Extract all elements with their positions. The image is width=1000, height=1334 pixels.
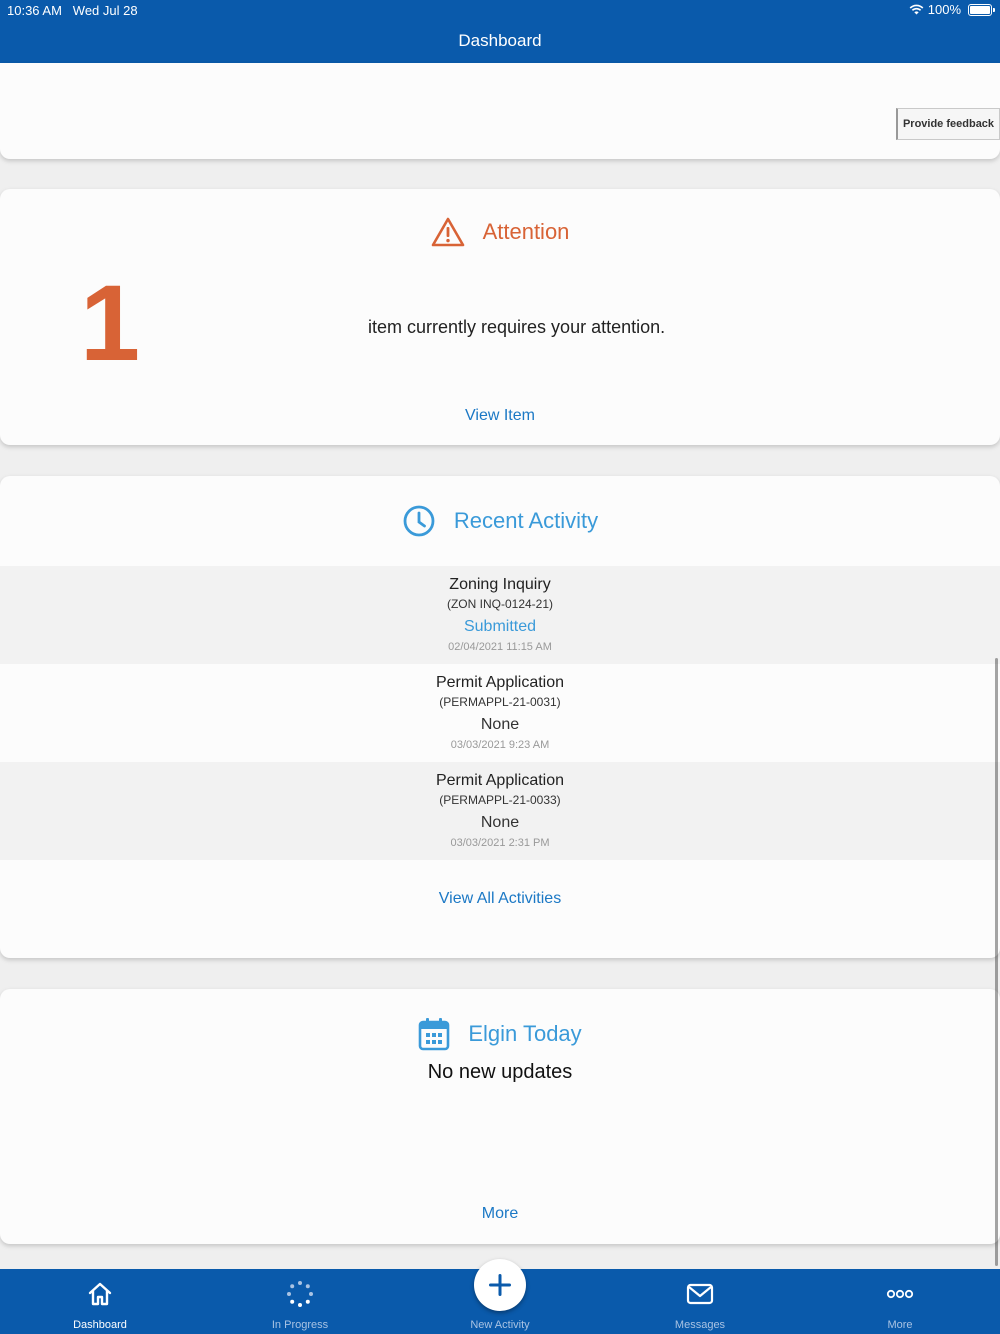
plus-icon [489,1274,511,1296]
activity-id: (PERMAPPL-21-0031) [439,695,561,709]
recent-activity-card: Recent Activity Zoning Inquiry (ZON INQ-… [0,476,1000,958]
attention-card: Attention 1 item currently requires your… [0,189,1000,445]
activity-date: 02/04/2021 11:15 AM [448,641,552,653]
top-card: Provide feedback [0,63,1000,159]
elgin-today-card: Elgin Today No new updates More [0,989,1000,1244]
activity-row[interactable]: Permit Application (PERMAPPL-21-0033) No… [0,762,1000,860]
new-activity-button[interactable] [474,1259,526,1311]
spinner-icon [287,1281,313,1307]
status-right: 100% [909,2,995,17]
warning-icon [431,217,464,247]
activity-id: (PERMAPPL-21-0033) [439,793,561,807]
clock-icon [403,505,435,537]
activity-row[interactable]: Zoning Inquiry (ZON INQ-0124-21) Submitt… [0,566,1000,664]
view-all-activities-link[interactable]: View All Activities [0,890,1000,908]
elgin-today-title: Elgin Today [468,1021,582,1046]
elgin-today-header: Elgin Today [0,1017,1000,1051]
wifi-icon [909,4,924,15]
status-date: Wed Jul 28 [72,3,138,18]
tab-label: More [887,1319,913,1331]
battery-icon [968,3,995,16]
page-title: Dashboard [458,31,542,50]
recent-activity-title: Recent Activity [453,508,599,533]
provide-feedback-button[interactable]: Provide feedback [896,108,1000,140]
no-updates-text: No new updates [427,1061,573,1083]
activity-name: Permit Application [435,772,565,789]
envelope-icon [686,1283,714,1305]
more-link[interactable]: More [0,1205,1000,1223]
tab-more[interactable]: More [800,1269,1000,1334]
home-icon [88,1282,112,1306]
activity-status: None [480,716,520,733]
activity-name: Permit Application [435,674,565,691]
activity-status: Submitted [463,618,537,635]
tab-label: In Progress [271,1319,329,1331]
attention-count: 1 [80,262,141,383]
activity-date: 03/03/2021 9:23 AM [450,739,550,751]
recent-activity-header: Recent Activity [0,504,1000,538]
battery-percent: 100% [927,2,961,17]
attention-title: Attention [482,219,570,244]
view-item-link[interactable]: View Item [0,407,1000,425]
tab-dashboard[interactable]: Dashboard [0,1269,200,1334]
activity-name: Zoning Inquiry [449,576,551,593]
attention-message: item currently requires your attention. [368,317,666,337]
tab-label: New Activity [470,1319,530,1331]
tab-messages[interactable]: Messages [600,1269,800,1334]
tab-label: Messages [674,1319,726,1331]
activity-status: None [480,814,520,831]
activity-date: 03/03/2021 2:31 PM [450,837,550,849]
tab-label: Dashboard [73,1319,127,1331]
top-bar: 10:36 AM Wed Jul 28 100% Dashboard [0,0,1000,63]
activity-row[interactable]: Permit Application (PERMAPPL-21-0031) No… [0,664,1000,762]
status-clock: 10:36 AM [7,3,62,18]
scrollbar[interactable] [995,658,998,1266]
attention-header: Attention [0,217,1000,247]
tab-in-progress[interactable]: In Progress [200,1269,400,1334]
calendar-icon [419,1018,450,1051]
ellipsis-icon [886,1289,914,1299]
activity-id: (ZON INQ-0124-21) [446,597,554,611]
status-time: 10:36 AM Wed Jul 28 [7,3,138,18]
